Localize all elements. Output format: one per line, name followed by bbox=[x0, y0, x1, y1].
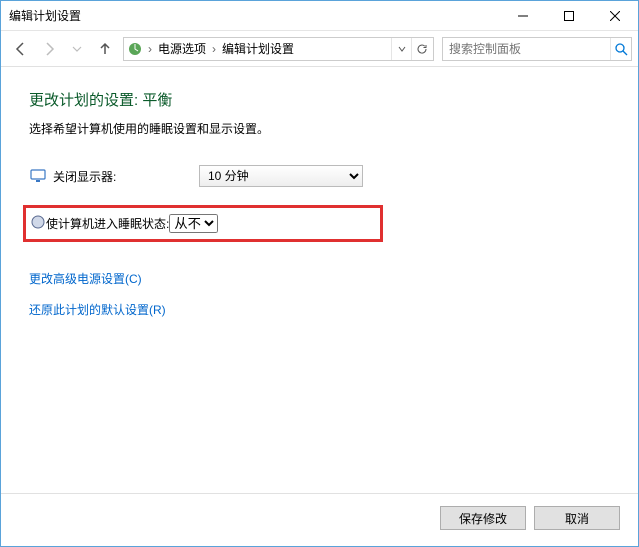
address-dropdown[interactable] bbox=[391, 38, 411, 60]
setting-row-display-off: 关闭显示器: 10 分钟 bbox=[29, 165, 610, 187]
navbar: › 电源选项 › 编辑计划设置 bbox=[1, 31, 638, 67]
search-input[interactable] bbox=[443, 42, 610, 56]
footer: 保存修改 取消 bbox=[1, 493, 638, 530]
save-button[interactable]: 保存修改 bbox=[440, 506, 526, 530]
forward-button[interactable] bbox=[35, 35, 63, 63]
minimize-button[interactable] bbox=[500, 1, 546, 31]
refresh-button[interactable] bbox=[411, 38, 431, 60]
window-title: 编辑计划设置 bbox=[1, 7, 500, 24]
display-off-label: 关闭显示器: bbox=[53, 168, 199, 185]
address-bar[interactable]: › 电源选项 › 编辑计划设置 bbox=[123, 37, 434, 61]
sleep-label: 使计算机进入睡眠状态: bbox=[46, 215, 169, 232]
display-off-select[interactable]: 10 分钟 bbox=[199, 165, 363, 187]
moon-icon bbox=[30, 214, 46, 233]
maximize-button[interactable] bbox=[546, 1, 592, 31]
breadcrumb-item[interactable]: 编辑计划设置 bbox=[218, 40, 298, 57]
cancel-button[interactable]: 取消 bbox=[534, 506, 620, 530]
chevron-right-icon: › bbox=[210, 42, 218, 56]
page-subtext: 选择希望计算机使用的睡眠设置和显示设置。 bbox=[29, 120, 610, 137]
recent-dropdown[interactable] bbox=[63, 35, 91, 63]
close-button[interactable] bbox=[592, 1, 638, 31]
titlebar: 编辑计划设置 bbox=[1, 1, 638, 31]
power-plan-icon bbox=[126, 40, 144, 58]
up-button[interactable] bbox=[91, 35, 119, 63]
breadcrumb-item[interactable]: 电源选项 bbox=[154, 40, 210, 57]
content-area: 更改计划的设置: 平衡 选择希望计算机使用的睡眠设置和显示设置。 关闭显示器: … bbox=[1, 67, 638, 342]
advanced-settings-link[interactable]: 更改高级电源设置(C) bbox=[29, 270, 610, 287]
chevron-right-icon: › bbox=[146, 42, 154, 56]
search-box[interactable] bbox=[442, 37, 632, 61]
search-icon[interactable] bbox=[610, 38, 631, 60]
highlighted-setting: 使计算机进入睡眠状态: 从不 bbox=[23, 205, 383, 242]
sleep-select[interactable]: 从不 bbox=[169, 214, 218, 233]
page-heading: 更改计划的设置: 平衡 bbox=[29, 89, 610, 110]
restore-defaults-link[interactable]: 还原此计划的默认设置(R) bbox=[29, 301, 610, 318]
back-button[interactable] bbox=[7, 35, 35, 63]
monitor-icon bbox=[29, 167, 47, 185]
